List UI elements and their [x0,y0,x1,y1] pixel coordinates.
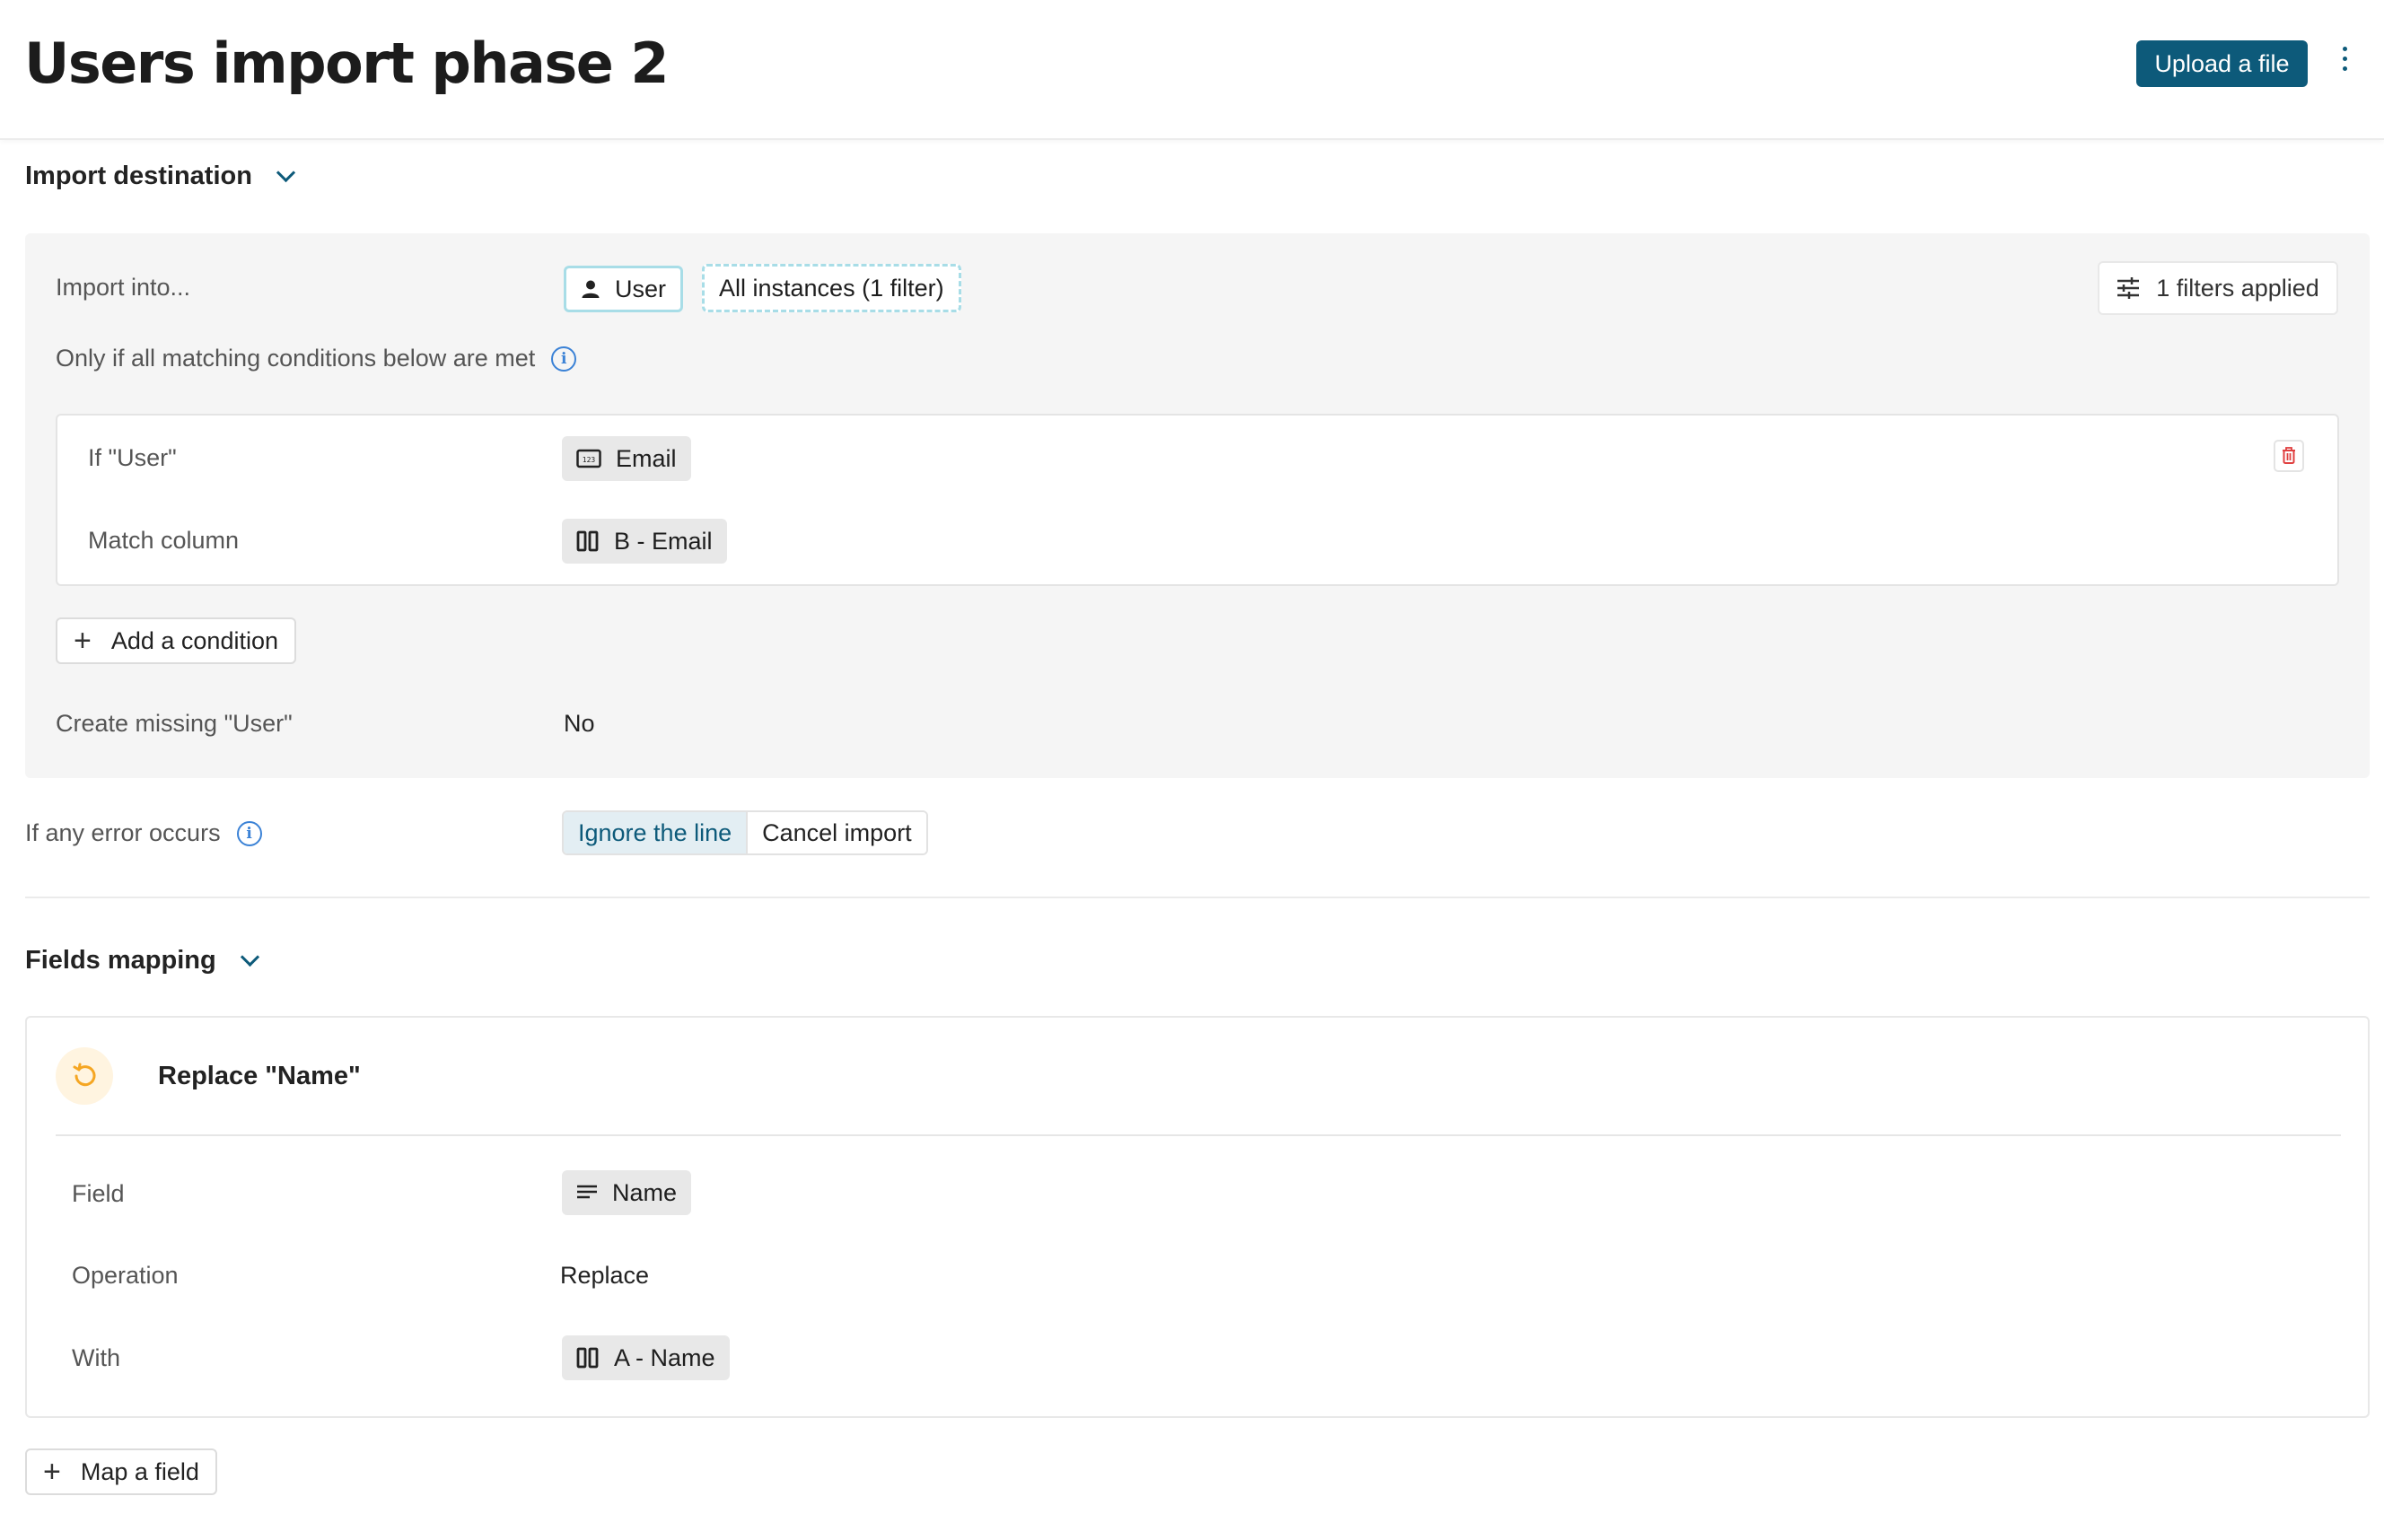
error-handling-heading: If any error occurs i [25,819,262,847]
match-column-label: Match column [88,527,240,554]
page-title: Users import phase 2 [24,31,670,96]
plus-icon: + [43,1455,61,1489]
replace-icon [56,1047,113,1105]
import-into-label: Import into... [56,274,191,301]
plus-icon: + [74,624,92,658]
condition-card [56,414,2339,586]
column-icon [576,1347,600,1369]
filters-applied-button[interactable]: 1 filters applied [2098,261,2338,315]
conditions-label: Only if all matching conditions below ar… [56,345,536,372]
with-label: With [72,1344,120,1371]
fields-mapping-label: Fields mapping [25,946,216,975]
condition-if-value-chip[interactable]: 123 Email [562,436,691,481]
cancel-import-option[interactable]: Cancel import [746,812,926,853]
condition-if-label: If "User" [88,444,177,471]
trash-icon[interactable] [2274,440,2304,472]
text-lines-icon [576,1184,598,1202]
filters-applied-label: 1 filters applied [2156,274,2319,302]
field-value: Name [612,1178,678,1206]
fields-mapping-toggle[interactable]: Fields mapping [25,946,259,976]
user-icon [581,279,600,299]
chevron-down-icon [276,162,296,183]
import-destination-label: Import destination [25,162,252,190]
upload-file-button[interactable]: Upload a file [2136,40,2308,87]
instances-filter-chip[interactable]: All instances (1 filter) [702,264,961,312]
filter-settings-icon [2117,277,2140,299]
conditions-heading: Only if all matching conditions below ar… [56,345,577,372]
condition-if-value: Email [616,444,677,472]
match-column-chip[interactable]: B - Email [562,519,727,564]
create-missing-label: Create missing "User" [56,710,293,737]
page-header: Users import phase 2 Upload a file [0,0,2384,140]
kebab-menu-icon[interactable] [2334,47,2355,83]
error-handling-segmented: Ignore the line Cancel import [562,810,928,855]
column-icon [576,530,600,552]
mapping-card [25,1016,2370,1418]
with-value-chip[interactable]: A - Name [562,1335,730,1380]
match-column-value: B - Email [614,527,713,555]
info-icon[interactable]: i [236,820,262,846]
entity-chip-user[interactable]: User [564,266,684,312]
map-field-button[interactable]: + Map a field [25,1448,217,1495]
operation-label: Operation [72,1262,179,1289]
mapping-card-divider [56,1134,2341,1136]
operation-value: Replace [560,1262,650,1289]
map-field-label: Map a field [80,1457,199,1485]
error-handling-label: If any error occurs [25,819,221,846]
mapping-card-title: Replace "Name" [158,1062,361,1090]
entity-chip-label: User [615,275,667,302]
import-destination-toggle[interactable]: Import destination [25,162,296,191]
field-label: Field [72,1180,125,1207]
add-condition-label: Add a condition [110,626,278,654]
svg-text:123: 123 [583,456,596,464]
field-value-chip[interactable]: Name [562,1170,692,1215]
with-value: A - Name [614,1343,715,1371]
chevron-down-icon [240,947,259,967]
create-missing-value: No [564,710,595,737]
section-divider [25,897,2370,898]
add-condition-button[interactable]: + Add a condition [56,617,296,664]
info-icon[interactable]: i [551,346,577,372]
ignore-line-option[interactable]: Ignore the line [564,812,747,853]
number-field-icon: 123 [576,449,601,468]
